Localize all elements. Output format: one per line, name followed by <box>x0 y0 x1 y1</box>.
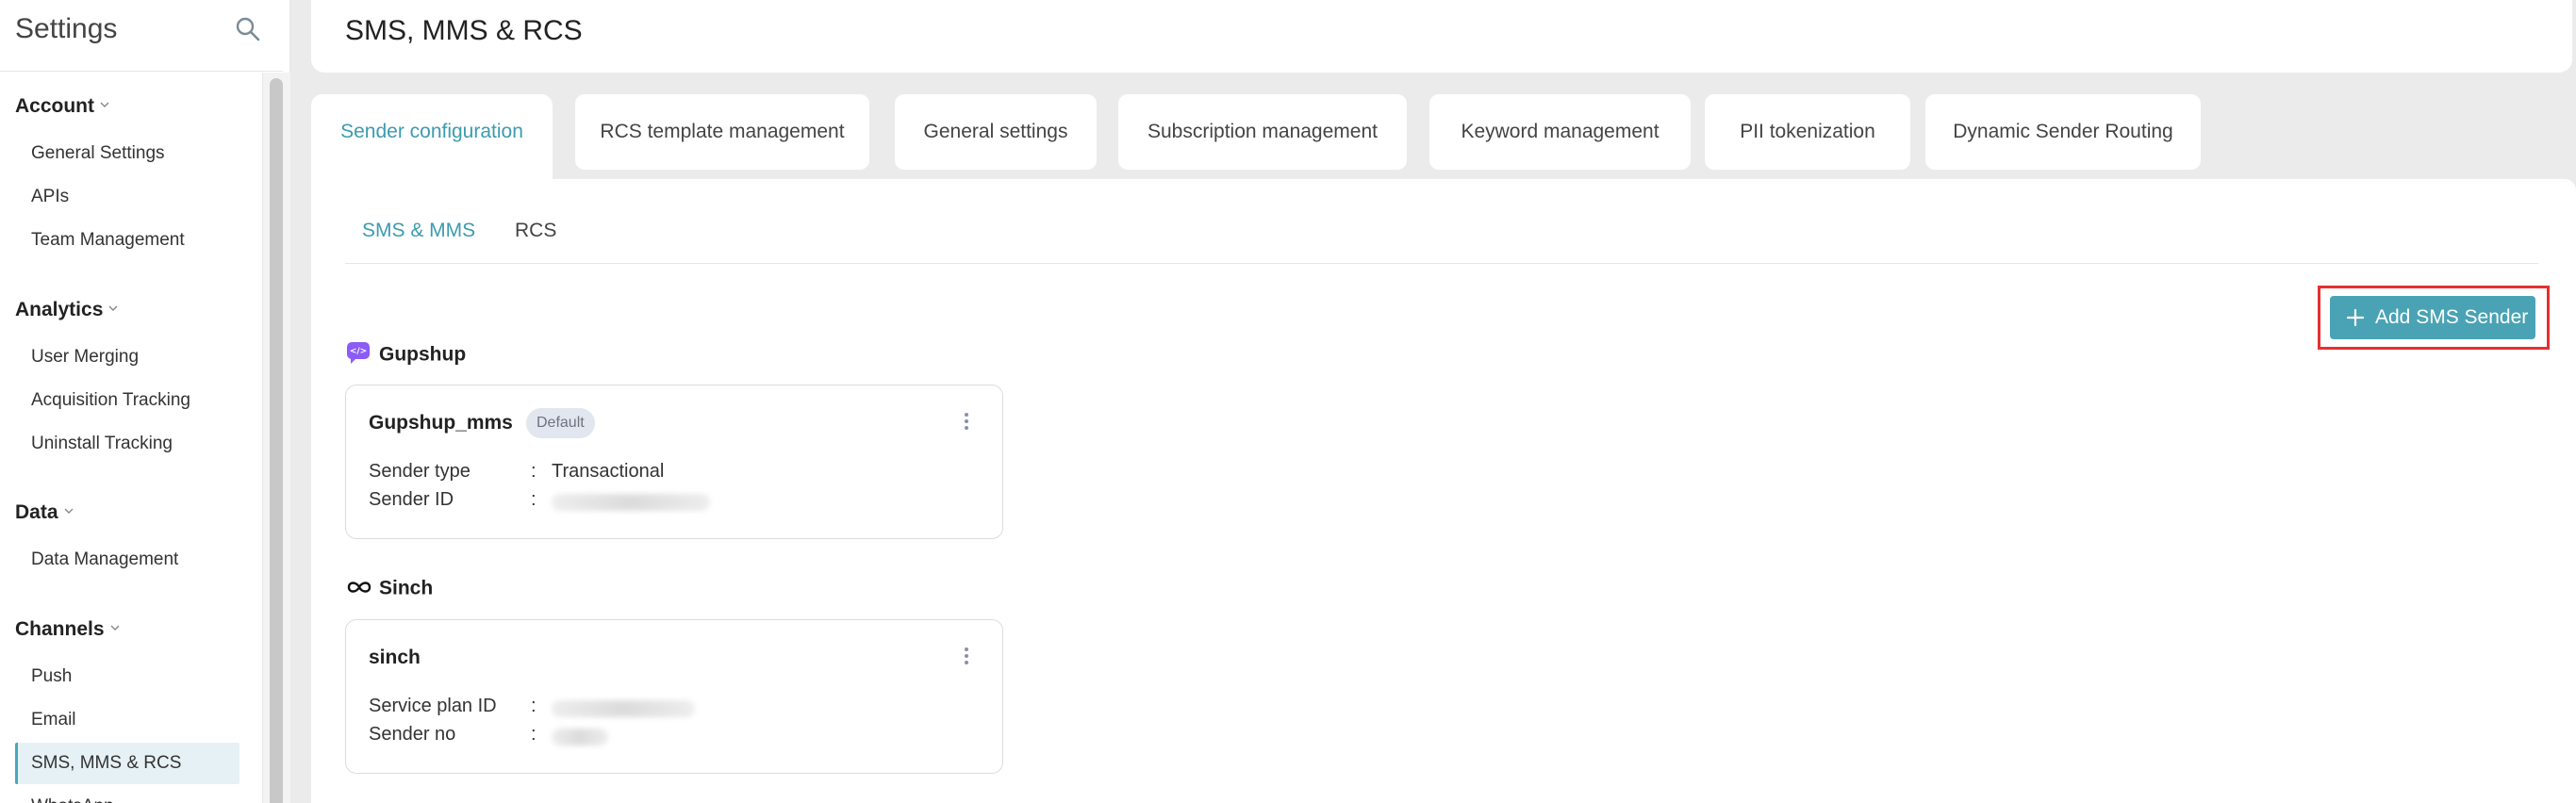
sidebar-header: Settings <box>0 0 283 72</box>
search-icon[interactable] <box>234 15 262 43</box>
sender-configuration-panel: SMS & MMS RCS Add SMS Sender </> Gupshup… <box>311 179 2576 803</box>
field-separator: : <box>531 696 537 716</box>
chevron-down-icon <box>110 625 120 631</box>
sidebar-item-uninstall-tracking[interactable]: Uninstall Tracking <box>15 423 239 465</box>
field-value-sender-type: Transactional <box>552 461 665 482</box>
sidebar-item-user-merging[interactable]: User Merging <box>15 336 239 378</box>
sidebar-item-general-settings[interactable]: General Settings <box>15 133 239 174</box>
section-analytics[interactable]: Analytics <box>15 299 118 321</box>
more-options-icon[interactable] <box>961 645 972 671</box>
subtab-rcs[interactable]: RCS <box>515 217 556 245</box>
field-separator: : <box>531 724 537 745</box>
redacted-sender-id <box>552 494 710 511</box>
section-analytics-label: Analytics <box>15 299 104 320</box>
settings-sidebar: Settings Account General Settings APIs T… <box>0 0 290 803</box>
svg-text:</>: </> <box>350 347 367 356</box>
sidebar-item-whatsapp[interactable]: WhatsApp <box>15 786 239 803</box>
sidebar-nav: Account General Settings APIs Team Manag… <box>0 73 262 803</box>
gupshup-logo-icon: </> <box>347 342 370 364</box>
sinch-logo-icon <box>347 582 372 593</box>
sidebar-item-push[interactable]: Push <box>15 656 239 697</box>
sidebar-item-acquisition-tracking[interactable]: Acquisition Tracking <box>15 380 239 421</box>
provider-sinch-name: Sinch <box>379 577 434 599</box>
subtabs: SMS & MMS RCS <box>345 217 2538 264</box>
field-separator: : <box>531 489 537 510</box>
tab-subscription-management[interactable]: Subscription management <box>1118 94 1407 170</box>
page-title: SMS, MMS & RCS <box>345 15 583 46</box>
sidebar-scrollbar-thumb[interactable] <box>270 78 283 803</box>
tab-dynamic-sender-routing[interactable]: Dynamic Sender Routing <box>1925 94 2201 170</box>
field-separator: : <box>531 461 537 482</box>
tab-keyword-management[interactable]: Keyword management <box>1429 94 1691 170</box>
add-sms-sender-label: Add SMS Sender <box>2375 306 2529 328</box>
sidebar-item-team-management[interactable]: Team Management <box>15 220 239 261</box>
default-badge: Default <box>526 408 595 438</box>
main-area: SMS, MMS & RCS Sender configuration RCS … <box>290 0 2576 803</box>
field-label-service-plan-id: Service plan ID <box>369 696 497 716</box>
field-label-sender-id: Sender ID <box>369 489 454 510</box>
section-data-label: Data <box>15 501 58 523</box>
tab-sender-configuration[interactable]: Sender configuration <box>311 94 553 188</box>
section-account-label: Account <box>15 95 94 117</box>
card-title: Gupshup_mms <box>369 412 513 434</box>
card-title: sinch <box>369 647 421 668</box>
section-channels[interactable]: Channels <box>15 618 120 641</box>
sender-card-gupshup-mms: Gupshup_mms Default Sender type : Transa… <box>345 385 1003 539</box>
section-channels-label: Channels <box>15 618 105 640</box>
provider-gupshup-name: Gupshup <box>379 343 467 366</box>
provider-sinch: Sinch <box>345 577 433 601</box>
page-header: SMS, MMS & RCS <box>311 0 2572 73</box>
plus-icon <box>2346 308 2365 327</box>
redacted-sender-no <box>552 729 608 746</box>
more-options-icon[interactable] <box>961 410 972 436</box>
chevron-down-icon <box>64 508 74 515</box>
subtab-sms-mms[interactable]: SMS & MMS <box>362 217 475 245</box>
section-data[interactable]: Data <box>15 501 74 524</box>
sidebar-scrollbar[interactable] <box>262 73 290 803</box>
redacted-service-plan-id <box>552 700 695 717</box>
sidebar-title: Settings <box>15 13 118 44</box>
chevron-down-icon <box>108 305 118 312</box>
tab-pii-tokenization[interactable]: PII tokenization <box>1705 94 1910 170</box>
chevron-down-icon <box>100 102 109 108</box>
sidebar-item-data-management[interactable]: Data Management <box>15 539 239 581</box>
add-sms-sender-button[interactable]: Add SMS Sender <box>2330 296 2535 339</box>
tab-general-settings[interactable]: General settings <box>895 94 1097 170</box>
provider-gupshup: </> Gupshup <box>345 342 467 368</box>
section-account[interactable]: Account <box>15 95 109 118</box>
sender-card-sinch: sinch Service plan ID : Sender no : <box>345 619 1003 774</box>
field-label-sender-type: Sender type <box>369 461 471 482</box>
sidebar-item-email[interactable]: Email <box>15 699 239 741</box>
tab-rcs-template-management[interactable]: RCS template management <box>575 94 869 170</box>
field-label-sender-no: Sender no <box>369 724 456 745</box>
sidebar-item-apis[interactable]: APIs <box>15 176 239 218</box>
sidebar-item-sms-mms-rcs[interactable]: SMS, MMS & RCS <box>15 743 239 784</box>
